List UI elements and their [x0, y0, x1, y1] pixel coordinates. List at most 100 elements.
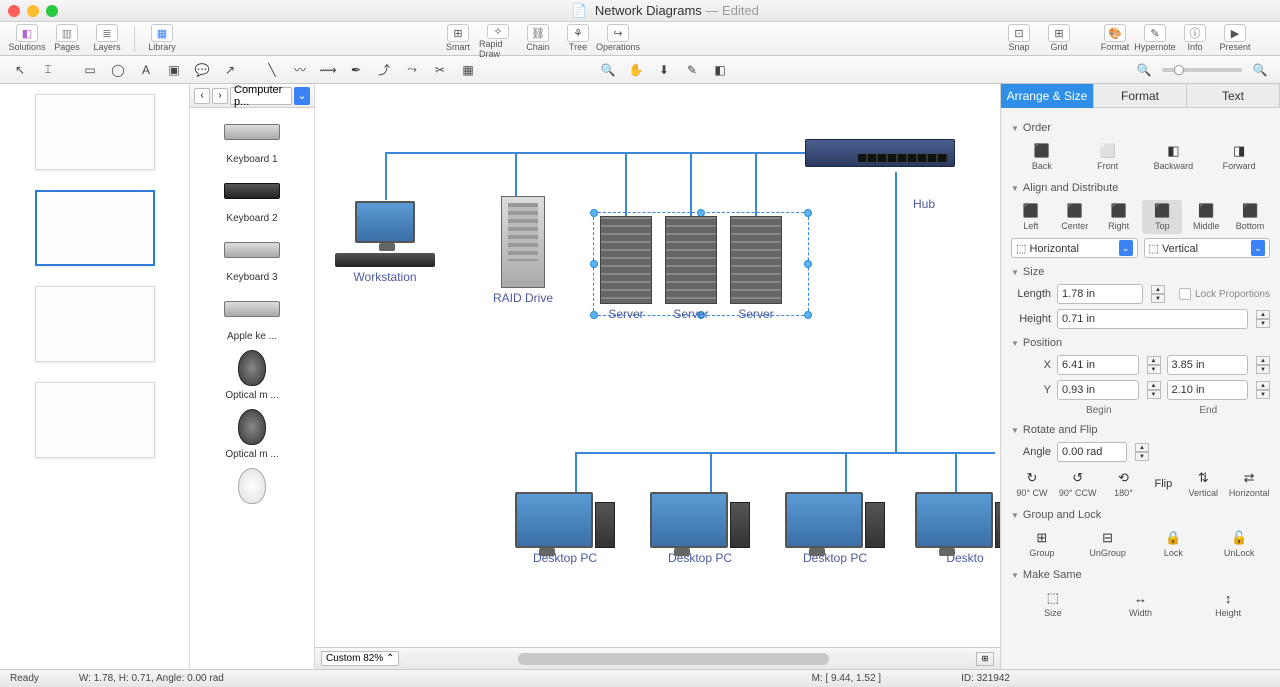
tool-icon[interactable]: ↖: [8, 60, 32, 80]
inspector-tab-arrange-size[interactable]: Arrange & Size: [1001, 84, 1094, 108]
tool-icon[interactable]: A: [134, 60, 158, 80]
zoom-window-button[interactable]: [46, 5, 58, 17]
align-middle-button[interactable]: ⬛Middle: [1186, 200, 1226, 234]
library-selector[interactable]: Computer p...: [230, 87, 292, 105]
vertical-distribute-dropdown[interactable]: ⬚ Vertical⌄: [1144, 238, 1271, 258]
forward-button[interactable]: ◨Forward: [1208, 140, 1270, 174]
grid-button[interactable]: ⊞Grid: [1040, 24, 1078, 54]
inspector-tab-text[interactable]: Text: [1187, 84, 1280, 108]
library-menu-button[interactable]: ⌄: [294, 87, 310, 105]
length-field[interactable]: 1.78 in: [1057, 284, 1143, 304]
layers-button[interactable]: ≣Layers: [88, 24, 126, 54]
raid-shape[interactable]: RAID Drive: [493, 196, 553, 305]
zoom-in-icon[interactable]: 🔍: [1248, 60, 1272, 80]
x-end-field[interactable]: 3.85 in: [1167, 355, 1249, 375]
width-button[interactable]: ↔Width: [1099, 587, 1183, 621]
workstation-shape[interactable]: Workstation: [335, 201, 435, 284]
info-button[interactable]: ⓘInfo: [1176, 24, 1214, 54]
library-item[interactable]: Apple ke ...: [190, 291, 314, 342]
page-thumbnail[interactable]: [35, 286, 155, 362]
library-item[interactable]: [190, 468, 314, 508]
tool-icon[interactable]: 💬: [190, 60, 214, 80]
rotate-180-button[interactable]: ⟲180°: [1103, 467, 1145, 501]
tool-icon[interactable]: ✒: [344, 60, 368, 80]
zoom-combo[interactable]: Custom 82% ⌃: [321, 651, 399, 666]
zoom-slider[interactable]: [1162, 68, 1242, 72]
hub-shape[interactable]: [805, 139, 955, 167]
desktop-shape-1[interactable]: Desktop PC: [515, 492, 615, 565]
desktop-shape-3[interactable]: Desktop PC: [785, 492, 885, 565]
section-group[interactable]: Group and Lock: [1011, 509, 1270, 521]
inspector-tab-format[interactable]: Format: [1094, 84, 1187, 108]
hypernote-button[interactable]: ✎Hypernote: [1136, 24, 1174, 54]
angle-field[interactable]: 0.00 rad: [1057, 442, 1127, 462]
align-top-button[interactable]: ⬛Top: [1142, 200, 1182, 234]
page-expand-icon[interactable]: ⊞: [976, 652, 994, 666]
tool-icon[interactable]: ▦: [456, 60, 480, 80]
lock-proportions-checkbox[interactable]: [1179, 288, 1191, 300]
tree-button[interactable]: ⚘Tree: [559, 24, 597, 54]
server-shape-2[interactable]: Server: [665, 216, 717, 321]
tool-icon[interactable]: ◧: [708, 60, 732, 80]
smart-button[interactable]: ⊞Smart: [439, 24, 477, 54]
tool-icon[interactable]: ◯: [106, 60, 130, 80]
drawing-canvas[interactable]: Hub Workstation RAID Drive: [315, 84, 1000, 647]
flip-horizontal-button[interactable]: ⇄Horizontal: [1228, 467, 1270, 501]
section-make-same[interactable]: Make Same: [1011, 569, 1270, 581]
align-right-button[interactable]: ⬛Right: [1099, 200, 1139, 234]
unlock-button[interactable]: 🔓UnLock: [1208, 527, 1270, 561]
y-end-field[interactable]: 2.10 in: [1167, 380, 1249, 400]
section-rotate[interactable]: Rotate and Flip: [1011, 424, 1270, 436]
section-order[interactable]: Order: [1011, 122, 1270, 134]
tool-icon[interactable]: ✂: [428, 60, 452, 80]
tool-icon[interactable]: ⤴: [372, 60, 396, 80]
page-thumbnail[interactable]: [35, 94, 155, 170]
height-stepper[interactable]: ▲▼: [1256, 310, 1270, 328]
format-button[interactable]: 🎨Format: [1096, 24, 1134, 54]
back-button[interactable]: ⬛Back: [1011, 140, 1073, 174]
present-button[interactable]: ▶Present: [1216, 24, 1254, 54]
minimize-window-button[interactable]: [27, 5, 39, 17]
close-window-button[interactable]: [8, 5, 20, 17]
align-left-button[interactable]: ⬛Left: [1011, 200, 1051, 234]
desktop-shape-4[interactable]: Deskto: [915, 492, 1000, 565]
length-stepper[interactable]: ▲▼: [1151, 285, 1165, 303]
pages-button[interactable]: ▥Pages: [48, 24, 86, 54]
section-align[interactable]: Align and Distribute: [1011, 182, 1270, 194]
library-item[interactable]: Keyboard 2: [190, 173, 314, 224]
backward-button[interactable]: ◧Backward: [1143, 140, 1205, 174]
operations-button[interactable]: ↪Operations: [599, 24, 637, 54]
height-button[interactable]: ↕Height: [1186, 587, 1270, 621]
library-item[interactable]: Keyboard 1: [190, 114, 314, 165]
library-item[interactable]: Keyboard 3: [190, 232, 314, 283]
solutions-button[interactable]: ◧Solutions: [8, 24, 46, 54]
flip-vertical-button[interactable]: ⇅Vertical: [1182, 467, 1224, 501]
snap-button[interactable]: ⊡Snap: [1000, 24, 1038, 54]
zoom-out-icon[interactable]: 🔍: [1132, 60, 1156, 80]
rotate-ccw-button[interactable]: ↺90° CCW: [1057, 467, 1099, 501]
lock-button[interactable]: 🔒Lock: [1143, 527, 1205, 561]
ungroup-button[interactable]: ⊟UnGroup: [1077, 527, 1139, 561]
page-thumbnail[interactable]: [35, 382, 155, 458]
tool-icon[interactable]: ⌶: [36, 60, 60, 80]
tool-icon[interactable]: ✋: [624, 60, 648, 80]
horizontal-scrollbar[interactable]: [405, 653, 970, 665]
tool-icon[interactable]: ↗: [218, 60, 242, 80]
library-back-button[interactable]: ‹: [194, 88, 210, 104]
section-position[interactable]: Position: [1011, 337, 1270, 349]
tool-icon[interactable]: ▣: [162, 60, 186, 80]
tool-icon[interactable]: ╲: [260, 60, 284, 80]
server-shape-3[interactable]: Server: [730, 216, 782, 321]
front-button[interactable]: ⬜Front: [1077, 140, 1139, 174]
y-begin-field[interactable]: 0.93 in: [1057, 380, 1139, 400]
align-bottom-button[interactable]: ⬛Bottom: [1230, 200, 1270, 234]
tool-icon[interactable]: 🔍: [596, 60, 620, 80]
height-field[interactable]: 0.71 in: [1057, 309, 1248, 329]
library-forward-button[interactable]: ›: [212, 88, 228, 104]
library-button[interactable]: ▦Library: [143, 24, 181, 54]
section-size[interactable]: Size: [1011, 266, 1270, 278]
align-center-button[interactable]: ⬛Center: [1055, 200, 1095, 234]
server-shape-1[interactable]: Server: [600, 216, 652, 321]
rotate-cw-button[interactable]: ↻90° CW: [1011, 467, 1053, 501]
tool-icon[interactable]: ⤳: [400, 60, 424, 80]
